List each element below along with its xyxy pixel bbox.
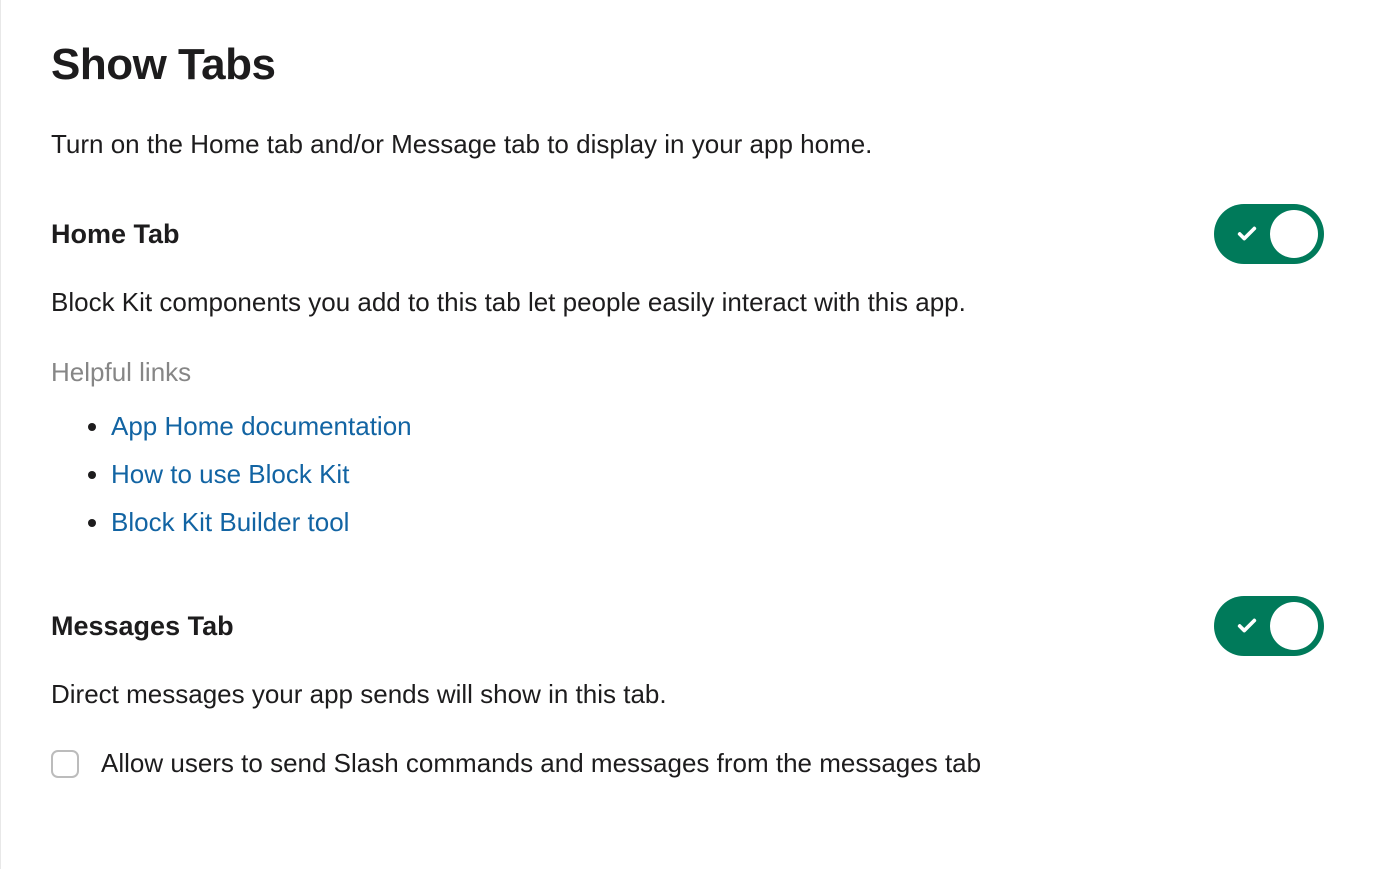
messages-tab-title: Messages Tab	[51, 611, 234, 642]
messages-tab-section: Messages Tab Direct messages your app se…	[51, 596, 1324, 779]
page-description: Turn on the Home tab and/or Message tab …	[51, 126, 1324, 162]
home-tab-title: Home Tab	[51, 219, 180, 250]
check-icon	[1236, 223, 1258, 245]
list-item: How to use Block Kit	[111, 450, 1324, 498]
messages-tab-toggle[interactable]	[1214, 596, 1324, 656]
toggle-knob	[1270, 210, 1318, 258]
list-item: App Home documentation	[111, 402, 1324, 450]
page-title: Show Tabs	[51, 40, 1324, 90]
check-icon	[1236, 615, 1258, 637]
link-how-to-use-block-kit[interactable]: How to use Block Kit	[111, 459, 349, 489]
list-item: Block Kit Builder tool	[111, 498, 1324, 546]
allow-slash-commands-checkbox[interactable]	[51, 750, 79, 778]
messages-tab-header-row: Messages Tab	[51, 596, 1324, 656]
helpful-links-heading: Helpful links	[51, 357, 1324, 388]
toggle-knob	[1270, 602, 1318, 650]
link-block-kit-builder-tool[interactable]: Block Kit Builder tool	[111, 507, 349, 537]
link-app-home-documentation[interactable]: App Home documentation	[111, 411, 412, 441]
home-tab-section: Home Tab Block Kit components you add to…	[51, 204, 1324, 546]
helpful-links-list: App Home documentation How to use Block …	[51, 402, 1324, 546]
home-tab-toggle[interactable]	[1214, 204, 1324, 264]
messages-tab-description: Direct messages your app sends will show…	[51, 676, 1324, 712]
allow-slash-commands-row: Allow users to send Slash commands and m…	[51, 748, 1324, 779]
allow-slash-commands-label: Allow users to send Slash commands and m…	[101, 748, 981, 779]
home-tab-description: Block Kit components you add to this tab…	[51, 284, 1324, 320]
home-tab-header-row: Home Tab	[51, 204, 1324, 264]
